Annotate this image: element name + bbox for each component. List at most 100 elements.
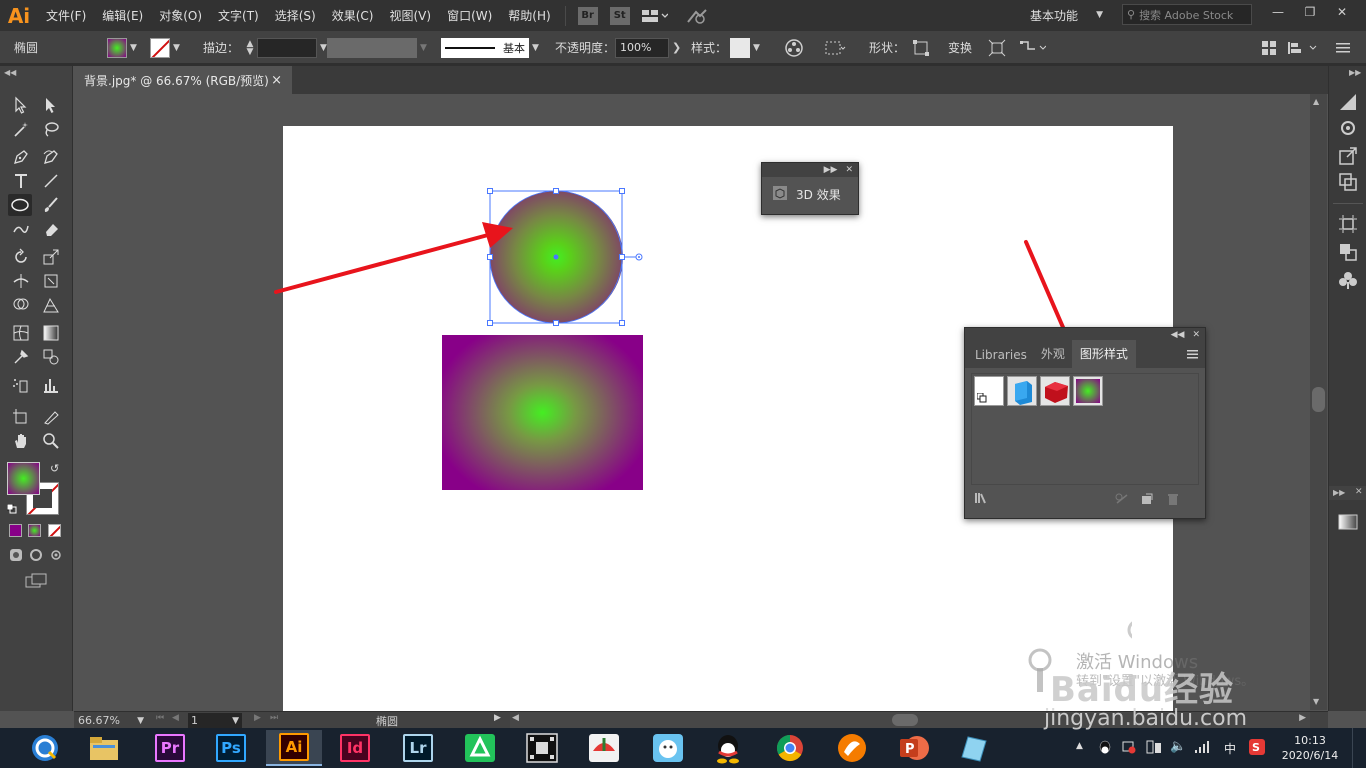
show-desktop-button[interactable]: [1352, 728, 1366, 768]
vertical-scrollbar[interactable]: ▲ ▼: [1310, 94, 1327, 710]
collapse-panel-icon[interactable]: ◀◀: [1171, 330, 1185, 340]
collapse-panel-icon[interactable]: ◀◀: [4, 68, 16, 77]
tab-appearance[interactable]: 外观: [1034, 345, 1072, 368]
stroke-none-swatch[interactable]: [150, 37, 170, 58]
tray-wifi-icon[interactable]: [1194, 740, 1210, 757]
isolate-icon[interactable]: [988, 31, 1006, 64]
pen-tool-icon[interactable]: [9, 146, 33, 168]
taskbar-orange-app[interactable]: [832, 730, 872, 766]
type-tool-icon[interactable]: [9, 170, 33, 192]
chevron-down-icon[interactable]: ▼: [532, 43, 539, 53]
document-tab[interactable]: 背景.jpg* @ 66.67% (RGB/预览) ×: [74, 66, 292, 94]
shape-label[interactable]: 形状：: [869, 31, 905, 64]
minimize-button[interactable]: —: [1262, 0, 1294, 24]
artboard-tool-icon[interactable]: [9, 406, 33, 428]
style-default[interactable]: [974, 376, 1004, 406]
collapse-panel-icon[interactable]: ▶▶: [824, 165, 838, 175]
mesh-tool-icon[interactable]: [9, 322, 33, 344]
vertical-scroll-thumb[interactable]: [1312, 387, 1325, 412]
draw-normal-icon[interactable]: [9, 548, 23, 565]
gradient-tool-icon[interactable]: [39, 322, 63, 344]
taskbar-file-explorer[interactable]: [84, 730, 124, 766]
tray-sogou-icon[interactable]: S: [1249, 739, 1265, 758]
dock-group-header[interactable]: ▶▶ ✕: [1329, 486, 1366, 500]
ellipse-tool-icon[interactable]: [8, 194, 32, 216]
screen-mode-icon[interactable]: [25, 573, 47, 592]
free-transform-tool-icon[interactable]: [39, 270, 63, 292]
scroll-left-icon[interactable]: ◀: [512, 713, 519, 723]
taskbar-green-app[interactable]: [460, 730, 500, 766]
taskbar-indesign[interactable]: Id: [335, 730, 375, 766]
taskbar-qq[interactable]: [708, 730, 748, 766]
zoom-dropdown[interactable]: 66.67% ▼: [78, 713, 144, 728]
column-graph-tool-icon[interactable]: [39, 374, 63, 396]
stroke-weight-input[interactable]: [257, 37, 317, 58]
bridge-button[interactable]: Br: [577, 6, 598, 25]
style-libraries-icon[interactable]: [975, 492, 991, 507]
align-to-icon[interactable]: [824, 31, 846, 64]
selection-tool-icon[interactable]: [9, 94, 33, 116]
horizontal-scrollbar[interactable]: ◀ ▶: [510, 712, 1310, 728]
menu-file[interactable]: 文件(F): [38, 7, 94, 24]
rotate-tool-icon[interactable]: [9, 246, 33, 268]
eraser-tool-icon[interactable]: [39, 218, 63, 240]
menu-type[interactable]: 文字(T): [210, 7, 267, 24]
fill-swatch[interactable]: [107, 37, 127, 58]
gradient-rectangle[interactable]: [442, 335, 643, 490]
color-guide-icon[interactable]: [1338, 92, 1358, 115]
taskbar-umbrella-app[interactable]: [584, 730, 624, 766]
arrange-documents-icon[interactable]: [641, 9, 668, 23]
scroll-right-icon[interactable]: ▶: [1299, 713, 1306, 723]
perspective-grid-tool-icon[interactable]: [39, 294, 63, 316]
delete-style-icon[interactable]: [1167, 493, 1179, 508]
club-symbol-icon[interactable]: [1338, 270, 1358, 293]
artboards-icon[interactable]: [1338, 214, 1358, 237]
3d-effect-row[interactable]: 3D 效果: [762, 177, 858, 212]
shape-properties-icon[interactable]: [912, 31, 930, 64]
menu-object[interactable]: 对象(O): [151, 7, 210, 24]
symbol-sprayer-tool-icon[interactable]: [9, 374, 33, 396]
tray-device-icon[interactable]: [1146, 740, 1162, 757]
workspace-switcher[interactable]: 基本功能 ▼: [1024, 5, 1109, 25]
style-blue-3d[interactable]: [1007, 376, 1037, 406]
last-artboard-icon[interactable]: ⏭: [270, 713, 278, 723]
menu-help[interactable]: 帮助(H): [500, 7, 558, 24]
slice-tool-icon[interactable]: [39, 406, 63, 428]
taskbar-browser-360[interactable]: [25, 730, 65, 766]
menu-effect[interactable]: 效果(C): [324, 7, 382, 24]
panel-menu-icon[interactable]: [1187, 348, 1198, 362]
taskbar-notes-app[interactable]: [954, 730, 994, 766]
menu-window[interactable]: 窗口(W): [439, 7, 500, 24]
chevron-down-icon[interactable]: ▼: [320, 43, 327, 53]
zoom-tool-icon[interactable]: [39, 430, 63, 452]
style-radial-gradient[interactable]: [1073, 376, 1103, 406]
taskbar-powerpoint[interactable]: P: [894, 730, 934, 766]
line-segment-tool-icon[interactable]: [39, 170, 63, 192]
menu-view[interactable]: 视图(V): [381, 7, 439, 24]
arrange-icon[interactable]: [1262, 31, 1276, 64]
panel-header[interactable]: ▶▶ ✕: [762, 163, 858, 177]
taskbar-lightroom[interactable]: Lr: [398, 730, 438, 766]
tray-network-alert-icon[interactable]: [1122, 740, 1136, 757]
tray-clock[interactable]: 10:13 2020/6/14: [1280, 733, 1340, 763]
stock-button[interactable]: St: [609, 6, 630, 25]
horizontal-scroll-thumb[interactable]: [892, 714, 918, 726]
menu-select[interactable]: 选择(S): [267, 7, 324, 24]
panel-menu-icon[interactable]: [1336, 31, 1350, 64]
fill-color-swatch[interactable]: [7, 462, 40, 495]
close-panel-icon[interactable]: ✕: [1192, 330, 1200, 340]
tray-overflow-icon[interactable]: ▲: [1076, 741, 1083, 751]
opacity-control[interactable]: 100% ❯: [615, 31, 681, 64]
width-tool-icon[interactable]: [9, 270, 33, 292]
hand-tool-icon[interactable]: [9, 430, 33, 452]
status-menu-icon[interactable]: ▶: [494, 713, 501, 723]
tab-graphic-styles[interactable]: 图形样式: [1071, 340, 1136, 368]
graphic-style-control[interactable]: ▼: [730, 31, 760, 64]
prev-artboard-icon[interactable]: ◀: [172, 713, 179, 723]
stroke-weight-stepper[interactable]: ▲ ▼ ▼: [243, 31, 327, 64]
transparency-icon[interactable]: [1338, 172, 1358, 195]
draw-behind-icon[interactable]: [29, 548, 43, 565]
export-icon[interactable]: [1338, 146, 1358, 169]
gradient-mode-button[interactable]: [28, 524, 41, 537]
layers-icon[interactable]: [1338, 242, 1358, 265]
